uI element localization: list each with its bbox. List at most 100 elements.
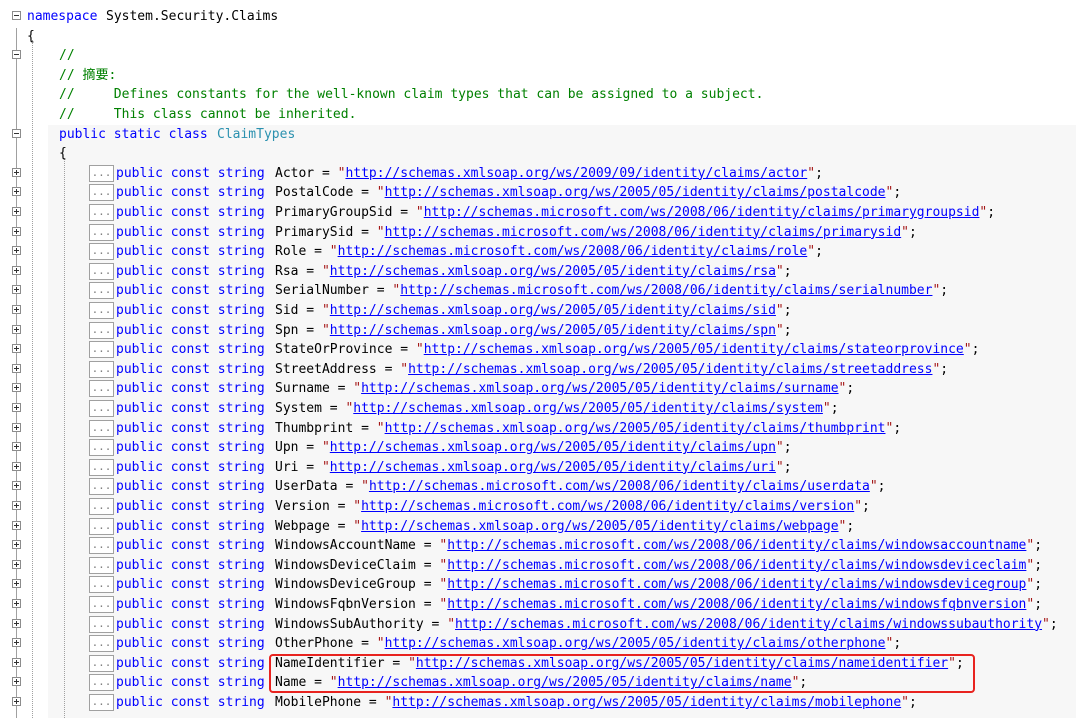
outline-expand-icon[interactable] — [12, 638, 21, 648]
collapsed-summary-marker[interactable]: ... — [89, 321, 114, 339]
outline-expand-icon[interactable] — [12, 403, 21, 412]
claim-url-link[interactable]: http://schemas.microsoft.com/ws/2008/06/… — [447, 558, 1026, 573]
outline-expand-icon[interactable] — [12, 246, 21, 256]
outline-expand-icon[interactable] — [12, 383, 21, 393]
collapsed-summary-marker[interactable]: ... — [89, 478, 114, 496]
outline-expand-icon[interactable] — [12, 657, 21, 667]
outline-collapse-icon[interactable] — [12, 50, 21, 60]
member-declaration: WindowsDeviceGroup = "http://schemas.mic… — [275, 575, 1042, 595]
collapsed-summary-marker[interactable]: ... — [89, 654, 114, 672]
claim-url-link[interactable]: http://schemas.microsoft.com/ws/2008/06/… — [447, 538, 1026, 553]
collapsed-summary-marker[interactable]: ... — [89, 400, 114, 417]
outline-expand-icon[interactable] — [12, 540, 21, 550]
claim-url-link[interactable]: http://schemas.xmlsoap.org/ws/2005/05/id… — [330, 303, 776, 318]
outline-expand-icon[interactable] — [12, 363, 21, 373]
assign-operator: = — [298, 322, 322, 338]
claim-url-link[interactable]: http://schemas.xmlsoap.org/ws/2005/05/id… — [361, 381, 838, 396]
code-line-class: public static class ClaimTypes — [0, 125, 1076, 145]
collapsed-summary-marker[interactable]: ... — [89, 360, 114, 378]
outline-expand-icon[interactable] — [12, 697, 21, 706]
collapsed-summary-marker[interactable]: ... — [89, 184, 114, 202]
outline-expand-icon[interactable] — [12, 501, 21, 510]
collapsed-summary-marker[interactable]: ... — [89, 517, 114, 535]
outline-collapse-icon[interactable] — [12, 11, 21, 20]
outline-expand-icon[interactable] — [12, 305, 21, 314]
member-declaration: SerialNumber = "http://schemas.microsoft… — [275, 281, 948, 301]
collapsed-summary-marker[interactable]: ... — [89, 164, 114, 182]
collapsed-summary-marker[interactable]: ... — [89, 419, 114, 437]
outline-expand-icon[interactable] — [12, 226, 21, 236]
collapsed-summary-marker[interactable]: ... — [89, 262, 114, 280]
collapsed-summary-marker[interactable]: ... — [89, 596, 114, 613]
claim-url-link[interactable]: http://schemas.xmlsoap.org/ws/2009/09/id… — [345, 166, 807, 181]
outline-expand-icon[interactable] — [12, 422, 21, 432]
assign-operator: = — [361, 695, 385, 710]
collapsed-summary-marker[interactable]: ... — [89, 243, 114, 261]
claim-url-link[interactable]: http://schemas.xmlsoap.org/ws/2005/05/id… — [330, 460, 776, 475]
collapsed-summary-marker[interactable]: ... — [89, 556, 114, 574]
string-quote: " — [854, 499, 863, 514]
claim-url-link[interactable]: http://schemas.xmlsoap.org/ws/2005/05/id… — [408, 362, 932, 377]
claim-url-link[interactable]: http://schemas.microsoft.com/ws/2008/06/… — [338, 244, 808, 259]
claim-url-link[interactable]: http://schemas.microsoft.com/ws/2008/06/… — [385, 225, 902, 240]
code-editor[interactable]: namespace System.Security.Claims { // //… — [0, 0, 1076, 718]
collapsed-summary-marker[interactable]: ... — [89, 674, 114, 692]
collapsed-summary-marker[interactable]: ... — [89, 576, 114, 594]
claim-url-link[interactable]: http://schemas.xmlsoap.org/ws/2005/05/id… — [385, 185, 886, 200]
collapsed-summary-marker[interactable]: ... — [89, 694, 114, 711]
claim-url-link[interactable]: http://schemas.xmlsoap.org/ws/2005/05/id… — [330, 323, 776, 338]
outline-collapse-icon[interactable] — [12, 128, 21, 138]
collapsed-summary-marker[interactable]: ... — [89, 204, 114, 221]
collapsed-summary-marker[interactable]: ... — [89, 341, 114, 359]
outline-expand-icon[interactable] — [12, 442, 21, 452]
collapsed-summary-marker[interactable]: ... — [89, 302, 114, 319]
outline-expand-icon[interactable] — [12, 481, 21, 491]
member-line: ... public const string Upn = "http://sche… — [0, 438, 1076, 458]
outline-expand-icon[interactable] — [12, 461, 21, 471]
collapsed-summary-marker[interactable]: ... — [89, 458, 114, 476]
outline-expand-icon[interactable] — [12, 559, 21, 569]
outline-expand-icon[interactable] — [12, 599, 21, 608]
outline-expand-icon[interactable] — [12, 579, 21, 589]
claim-url-link[interactable]: http://schemas.xmlsoap.org/ws/2005/05/id… — [424, 342, 964, 357]
assign-operator: = — [298, 303, 322, 318]
claim-url-link[interactable]: http://schemas.xmlsoap.org/ws/2005/05/id… — [330, 264, 776, 279]
outline-expand-icon[interactable] — [12, 324, 21, 334]
outline-expand-icon[interactable] — [12, 265, 21, 275]
claim-url-link[interactable]: http://schemas.microsoft.com/ws/2008/06/… — [361, 499, 854, 514]
claim-url-link[interactable]: http://schemas.xmlsoap.org/ws/2005/05/id… — [392, 695, 901, 710]
string-quote: " — [329, 244, 338, 260]
outline-expand-icon[interactable] — [12, 677, 21, 687]
outline-expand-icon[interactable] — [12, 207, 21, 216]
outline-expand-icon[interactable] — [12, 520, 21, 530]
collapsed-summary-marker[interactable]: ... — [89, 498, 114, 515]
collapsed-summary-marker[interactable]: ... — [89, 282, 114, 300]
collapsed-summary-marker[interactable]: ... — [89, 615, 114, 633]
assign-operator: = — [329, 499, 354, 514]
claim-url-link[interactable]: http://schemas.microsoft.com/ws/2008/06/… — [424, 205, 980, 220]
collapsed-summary-marker[interactable]: ... — [89, 537, 114, 555]
claim-url-link[interactable]: http://schemas.xmlsoap.org/ws/2005/05/id… — [361, 519, 838, 534]
collapsed-summary-marker[interactable]: ... — [89, 380, 114, 398]
outline-expand-icon[interactable] — [12, 344, 21, 354]
member-line: ... public const string PostalCode = "http… — [0, 183, 1076, 203]
outline-expand-icon[interactable] — [12, 187, 21, 197]
collapsed-summary-marker[interactable]: ... — [89, 439, 114, 457]
outline-expand-icon[interactable] — [12, 618, 21, 628]
collapsed-summary-marker[interactable]: ... — [89, 635, 114, 653]
claim-url-link[interactable]: http://schemas.microsoft.com/ws/2008/06/… — [455, 617, 1042, 632]
claim-url-link[interactable]: http://schemas.microsoft.com/ws/2008/06/… — [447, 577, 1026, 592]
member-modifiers: public const string — [116, 518, 265, 534]
claim-url-link[interactable]: http://schemas.xmlsoap.org/ws/2005/05/id… — [385, 636, 886, 651]
claim-url-link[interactable]: http://schemas.microsoft.com/ws/2008/06/… — [369, 479, 870, 494]
claim-url-link[interactable]: http://schemas.microsoft.com/ws/2008/06/… — [400, 283, 932, 298]
collapsed-summary-marker[interactable]: ... — [89, 223, 114, 241]
member-modifiers: public const string — [116, 695, 265, 710]
claim-url-link[interactable]: http://schemas.microsoft.com/ws/2008/06/… — [447, 597, 1026, 612]
outline-expand-icon[interactable] — [12, 285, 21, 295]
claim-url-link[interactable]: http://schemas.xmlsoap.org/ws/2005/05/id… — [353, 401, 823, 416]
claim-url-link[interactable]: http://schemas.xmlsoap.org/ws/2005/05/id… — [385, 421, 886, 436]
outline-expand-icon[interactable] — [12, 167, 21, 177]
member-line: ... public const string SerialNumber = "ht… — [0, 281, 1076, 301]
claim-url-link[interactable]: http://schemas.xmlsoap.org/ws/2005/05/id… — [330, 440, 776, 455]
